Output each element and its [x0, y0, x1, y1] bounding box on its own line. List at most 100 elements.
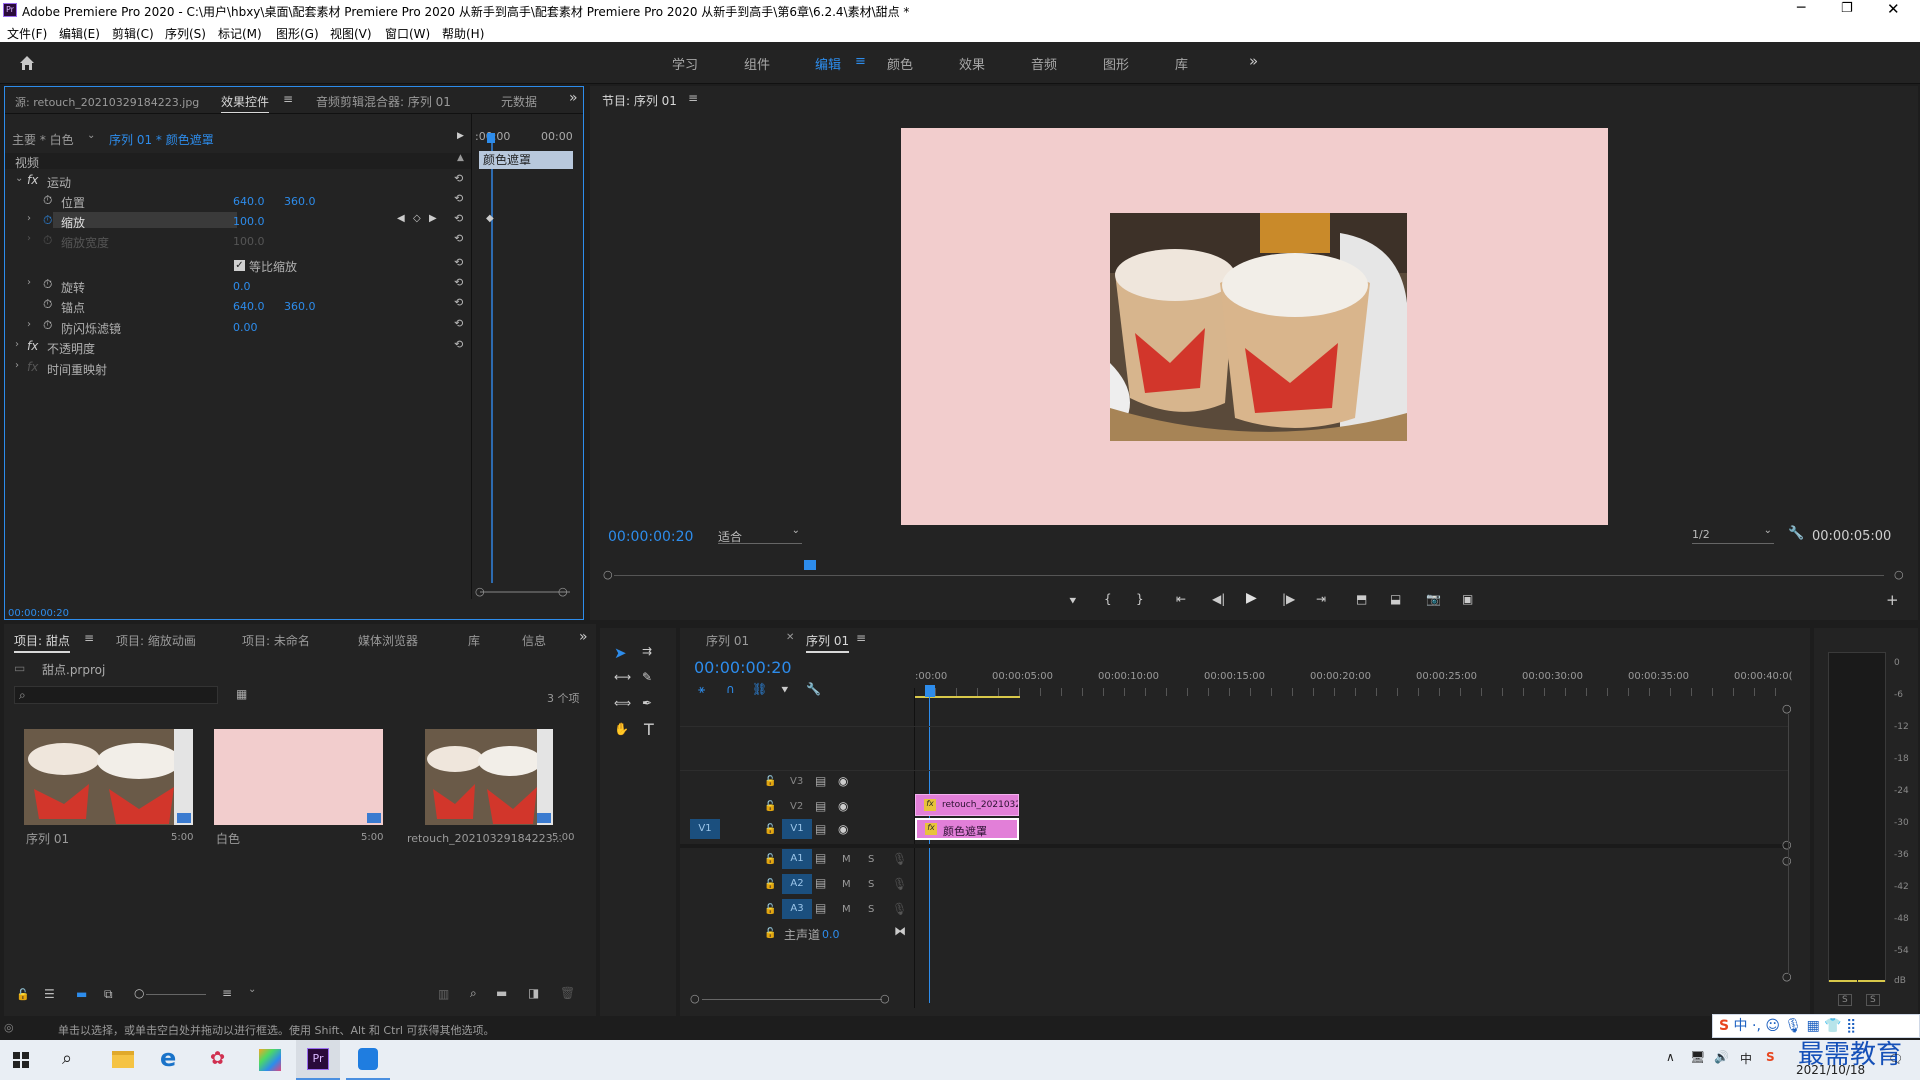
prop-scale-value[interactable]: 100.0 — [233, 215, 265, 228]
add-keyframe-icon[interactable]: ◇ — [413, 213, 421, 224]
home-icon[interactable] — [18, 54, 36, 72]
program-timecode[interactable]: 00:00:00:20 — [608, 529, 693, 545]
timeline-playhead[interactable] — [925, 685, 935, 697]
snap-icon[interactable]: ⚹ — [698, 682, 705, 697]
workspace-color[interactable]: 颜色 — [887, 54, 913, 73]
new-bin-icon[interactable]: ▬ — [496, 986, 507, 1000]
clip-v1[interactable]: fx 颜色遮罩 — [915, 818, 1019, 840]
extract-icon[interactable]: ⬓ — [1390, 592, 1401, 606]
automate-icon[interactable]: ▥ — [438, 987, 449, 1001]
go-to-out-icon[interactable]: ⇥ — [1316, 592, 1326, 606]
stopwatch-icon[interactable]: ⏱ — [43, 193, 52, 208]
lock-icon[interactable]: 🔓 — [764, 824, 776, 835]
selection-tool-icon[interactable]: ➤ — [614, 644, 627, 662]
new-item-icon[interactable]: ◨ — [528, 986, 539, 1000]
track-target-a2[interactable]: A2 — [782, 874, 812, 894]
tray-chevron-icon[interactable]: ∧ — [1666, 1050, 1675, 1064]
zoom-handle-icon[interactable]: ○ — [134, 986, 144, 1000]
add-marker-icon[interactable]: ⯆ — [780, 683, 790, 698]
microphone-icon[interactable]: 🎙 — [892, 852, 907, 866]
tab-audio-clip-mixer[interactable]: 音频剪辑混合器: 序列 01 — [316, 93, 451, 110]
menu-help[interactable]: 帮助(H) — [442, 25, 484, 42]
master-track-value[interactable]: 0.0 — [822, 928, 840, 941]
resolution-dropdown[interactable]: 1/2 ⌄ — [1692, 525, 1774, 544]
prop-rotation-value[interactable]: 0.0 — [233, 280, 251, 293]
eye-icon[interactable]: ◉ — [838, 822, 848, 836]
close-tab-icon[interactable]: ✕ — [786, 632, 794, 643]
track-target-v1[interactable]: V1 — [782, 819, 812, 839]
volume-icon[interactable]: 🔊 — [1714, 1050, 1729, 1064]
prev-keyframe-icon[interactable]: ◀ — [397, 213, 405, 224]
eye-icon[interactable]: ◉ — [838, 799, 848, 813]
hand-tool-icon[interactable]: ✋ — [614, 722, 629, 736]
menu-window[interactable]: 窗口(W) — [385, 25, 430, 42]
scrub-end-handle-icon[interactable]: ○ — [1894, 568, 1904, 581]
scroll-handle-icon[interactable]: ○ — [1782, 702, 1792, 715]
tab-info[interactable]: 信息 — [522, 632, 546, 649]
ripple-edit-tool-icon[interactable]: ⟷ — [614, 670, 631, 684]
panel-menu-icon[interactable]: ≡ — [856, 631, 866, 645]
add-marker-icon[interactable]: ⯆ — [1068, 594, 1078, 609]
mute-button[interactable]: M — [842, 879, 851, 890]
lock-icon[interactable]: 🔓 — [764, 776, 776, 787]
fx-icon[interactable]: fx — [27, 173, 38, 187]
chevron-right-icon[interactable]: › — [15, 360, 19, 371]
prop-antiflicker-value[interactable]: 0.00 — [233, 321, 258, 334]
effect-current-time[interactable]: 00:00:00:20 — [8, 608, 69, 619]
slip-tool-icon[interactable]: ⟺ — [614, 696, 631, 710]
premiere-taskbar-button[interactable]: Pr — [296, 1040, 340, 1080]
more-panels-icon[interactable]: » — [579, 629, 588, 645]
menu-clip[interactable]: 剪辑(C) — [112, 25, 154, 42]
mini-zoom-scrollbar[interactable] — [480, 591, 570, 593]
solo-button[interactable]: S — [868, 854, 874, 865]
scroll-handle-icon[interactable]: ○ — [1782, 970, 1792, 983]
sequence-clip-label[interactable]: 序列 01 * 颜色遮罩 — [109, 131, 214, 148]
eye-icon[interactable]: ◉ — [838, 774, 848, 788]
sync-lock-icon[interactable]: ▤ — [815, 822, 826, 836]
h-scroll-start-icon[interactable]: ○ — [690, 992, 700, 1005]
menu-marker[interactable]: 标记(M) — [218, 25, 262, 42]
prop-position-x[interactable]: 640.0 — [233, 195, 265, 208]
tab-metadata[interactable]: 元数据 — [501, 93, 537, 110]
sort-icon[interactable]: ≡ — [222, 986, 232, 1000]
reset-icon[interactable]: ⟲ — [454, 257, 466, 269]
new-bin-search-icon[interactable]: ▦ — [236, 687, 247, 701]
notification-icon[interactable]: 🗨 — [1888, 1052, 1903, 1066]
sogou-tray-icon[interactable]: S — [1766, 1050, 1775, 1064]
lock-icon[interactable]: 🔓 — [764, 928, 776, 939]
panel-menu-icon[interactable]: ≡ — [283, 92, 293, 106]
lock-icon[interactable]: 🔓 — [764, 801, 776, 812]
lock-icon[interactable]: 🔓 — [764, 854, 776, 865]
linked-selection-icon[interactable]: ⛓ — [752, 682, 767, 696]
tab-project-scale-anim[interactable]: 项目: 缩放动画 — [116, 632, 196, 649]
workspace-effects[interactable]: 效果 — [959, 54, 985, 73]
reset-icon[interactable]: ⟲ — [454, 233, 466, 245]
program-playhead[interactable] — [804, 560, 816, 570]
workspace-menu-icon[interactable]: ≡ — [855, 54, 866, 69]
reset-icon[interactable]: ⟲ — [454, 193, 466, 205]
track-target-a1[interactable]: A1 — [782, 849, 812, 869]
project-search-input[interactable]: ⌕ — [14, 686, 218, 704]
stopwatch-icon[interactable]: ⏱ — [43, 213, 52, 228]
compare-icon[interactable]: ▣ — [1462, 592, 1473, 606]
track-label-v3[interactable]: V3 — [790, 776, 803, 787]
zoom-slider[interactable] — [146, 994, 206, 995]
uniform-scale-checkbox[interactable]: ✓ — [234, 260, 245, 271]
razor-tool-icon[interactable]: ✎ — [642, 670, 652, 684]
reset-icon[interactable]: ⟲ — [454, 318, 466, 330]
pen-tool-icon[interactable]: ✒ — [642, 696, 652, 710]
find-icon[interactable]: ⌕ — [470, 986, 477, 1001]
workspace-libraries[interactable]: 库 — [1175, 54, 1188, 73]
mark-out-icon[interactable]: } — [1136, 592, 1144, 606]
more-workspaces-icon[interactable]: » — [1249, 52, 1258, 70]
tab-sequence-01[interactable]: 序列 01 — [706, 632, 749, 649]
sync-lock-icon[interactable]: ▤ — [815, 799, 826, 813]
trash-icon[interactable]: 🗑 — [560, 986, 575, 1000]
lock-icon[interactable]: 🔓 — [764, 879, 776, 890]
scroll-handle-icon[interactable]: ○ — [1782, 838, 1792, 851]
vertical-scrollbar[interactable] — [1788, 714, 1789, 974]
sync-lock-icon[interactable]: ▤ — [815, 901, 826, 915]
panel-menu-icon[interactable]: ≡ — [688, 91, 698, 105]
program-canvas[interactable] — [901, 128, 1608, 525]
mini-playhead[interactable] — [487, 133, 495, 143]
